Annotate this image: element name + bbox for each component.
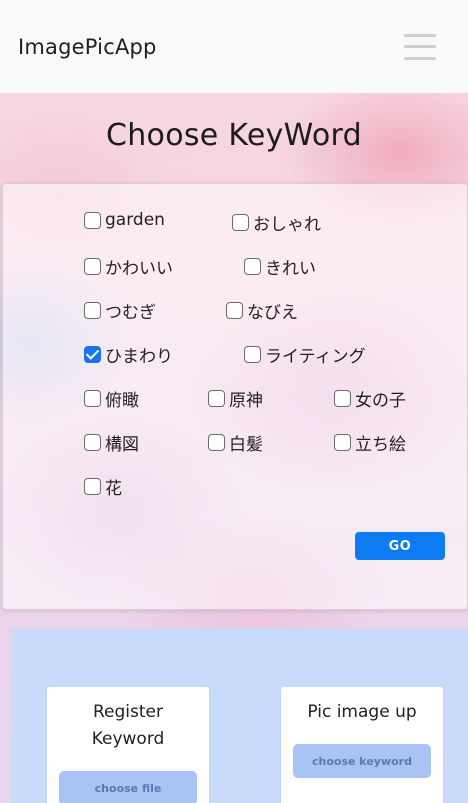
keyword-checkbox[interactable] bbox=[334, 434, 351, 451]
navbar: ImagePicApp bbox=[0, 0, 468, 93]
keyword-label: 女の子 bbox=[355, 391, 406, 411]
keyword-option[interactable]: つむぎ bbox=[84, 298, 156, 323]
keyword-label: きれい bbox=[265, 259, 316, 279]
keyword-option[interactable]: かわいい bbox=[84, 254, 173, 279]
keyword-option[interactable]: 白髪 bbox=[208, 430, 263, 455]
keyword-checkbox[interactable] bbox=[84, 302, 101, 319]
keyword-label: 原神 bbox=[229, 391, 263, 411]
keyword-option[interactable]: ライティング bbox=[244, 342, 366, 367]
keyword-option[interactable]: 立ち絵 bbox=[334, 430, 406, 455]
keyword-label: なびえ bbox=[247, 303, 298, 323]
keyword-label: 構図 bbox=[105, 435, 139, 455]
bottom-panel: Register Keyword choose file Pic image u… bbox=[11, 629, 468, 803]
keyword-option[interactable]: 女の子 bbox=[334, 386, 406, 411]
hamburger-menu-icon[interactable] bbox=[404, 33, 436, 60]
keyword-checkbox[interactable] bbox=[232, 214, 249, 231]
keyword-label: ライティング bbox=[265, 347, 366, 367]
keyword-option[interactable]: きれい bbox=[244, 254, 316, 279]
keyword-option[interactable]: 構図 bbox=[84, 430, 139, 455]
keyword-label: つむぎ bbox=[105, 303, 156, 323]
keyword-checkbox[interactable] bbox=[84, 478, 101, 495]
keyword-option[interactable]: ひまわり bbox=[84, 342, 173, 367]
register-keyword-card: Register Keyword choose file bbox=[47, 687, 209, 803]
keyword-checkbox[interactable] bbox=[334, 390, 351, 407]
keyword-option[interactable]: 俯瞰 bbox=[84, 386, 139, 411]
keyword-checkbox[interactable] bbox=[226, 302, 243, 319]
choose-file-button[interactable]: choose file bbox=[59, 771, 197, 803]
hamburger-line bbox=[404, 33, 436, 37]
keyword-checkbox[interactable] bbox=[84, 211, 101, 229]
keyword-label: かわいい bbox=[105, 259, 173, 279]
register-title-line1: Register bbox=[93, 702, 163, 722]
keyword-label: 俯瞰 bbox=[105, 391, 139, 411]
page: ImagePicApp Choose KeyWord garden おしゃれ か… bbox=[0, 0, 468, 803]
hamburger-line bbox=[404, 56, 436, 60]
keyword-label: 白髪 bbox=[229, 435, 263, 455]
keyword-checkbox[interactable] bbox=[84, 434, 101, 451]
keyword-checkbox[interactable] bbox=[84, 390, 101, 407]
choose-keyword-button[interactable]: choose keyword bbox=[293, 744, 431, 778]
keyword-label: ひまわり bbox=[105, 347, 173, 367]
keyword-checkbox[interactable] bbox=[208, 434, 225, 451]
keyword-label: おしゃれ bbox=[253, 215, 321, 235]
pic-image-title: Pic image up bbox=[307, 702, 417, 722]
keyword-option[interactable]: 原神 bbox=[208, 386, 263, 411]
register-title-line2: Keyword bbox=[91, 729, 165, 749]
keyword-option[interactable]: 花 bbox=[84, 474, 122, 499]
pic-image-card: Pic image up choose keyword bbox=[281, 687, 443, 803]
keyword-option[interactable]: おしゃれ bbox=[232, 210, 321, 235]
keyword-option[interactable]: garden bbox=[84, 210, 165, 230]
keyword-checkbox[interactable] bbox=[244, 258, 261, 275]
keyword-checkbox-checked[interactable] bbox=[84, 346, 101, 363]
page-title: Choose KeyWord bbox=[106, 118, 362, 153]
keyword-checkbox[interactable] bbox=[84, 258, 101, 275]
keyword-label: 花 bbox=[105, 479, 122, 499]
keyword-card: garden おしゃれ かわいい きれい つむぎ なびえ ひまわり ライティング… bbox=[2, 183, 468, 610]
keyword-option[interactable]: なびえ bbox=[226, 298, 298, 323]
brand-title[interactable]: ImagePicApp bbox=[18, 35, 157, 59]
keyword-label: 立ち絵 bbox=[355, 435, 406, 455]
keyword-label: garden bbox=[105, 210, 165, 230]
go-button[interactable]: GO bbox=[355, 532, 445, 560]
hamburger-line bbox=[404, 45, 436, 48]
keyword-checkbox[interactable] bbox=[244, 346, 261, 363]
keyword-checkbox[interactable] bbox=[208, 390, 225, 407]
